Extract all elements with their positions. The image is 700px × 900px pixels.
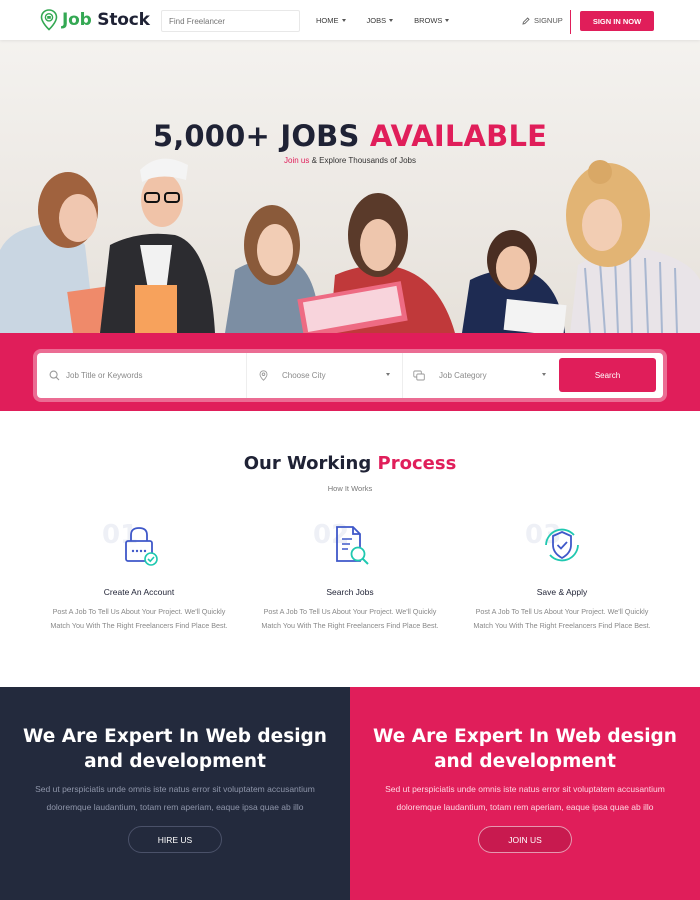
students-reading-photo bbox=[0, 158, 700, 333]
hero-title: 5,000+ JOBS AVAILABLE bbox=[0, 119, 700, 153]
cta-description: Sed ut perspiciatis unde omnis iste natu… bbox=[35, 784, 315, 812]
search-icon bbox=[49, 370, 60, 381]
hero-subtitle-accent: Join us bbox=[284, 156, 310, 165]
keyword-placeholder: Job Title or Keywords bbox=[66, 371, 143, 380]
signup-label: SIGNUP bbox=[534, 16, 563, 25]
hero-subtitle-rest: & Explore Thousands of Jobs bbox=[311, 156, 416, 165]
process-title-part1: Our Working bbox=[243, 453, 372, 474]
nav-home-label: HOME bbox=[316, 16, 339, 25]
step-save-apply: 03 Save & Apply Post A Job To Tell Us Ab… bbox=[467, 520, 657, 633]
nav-jobs-label: JOBS bbox=[366, 16, 387, 25]
chevron-down-icon bbox=[542, 373, 546, 376]
map-pin-icon bbox=[259, 370, 268, 381]
chevron-down-icon bbox=[386, 373, 390, 376]
chevron-down-icon bbox=[389, 19, 394, 22]
category-select-label: Job Category bbox=[439, 371, 487, 380]
cta-hire-panel: We Are Expert In Web design and developm… bbox=[0, 687, 350, 900]
shield-check-icon bbox=[545, 528, 579, 562]
document-search-icon bbox=[336, 526, 369, 565]
step-create-account: 01 Create An Account Post A Job To Tell … bbox=[44, 520, 234, 633]
pencil-icon bbox=[522, 16, 530, 25]
cta-description: Sed ut perspiciatis unde omnis iste natu… bbox=[385, 784, 665, 812]
keyword-field[interactable]: Job Title or Keywords bbox=[37, 353, 246, 398]
chevron-down-icon bbox=[445, 19, 450, 22]
step-search-jobs: 02 Search Jobs Post A Job To Tell Us Abo… bbox=[255, 520, 445, 633]
step-description: Post A Job To Tell Us About Your Project… bbox=[50, 607, 228, 630]
top-navbar: Job Stock HOME JOBS BROWS SIGNUP SIGN IN… bbox=[0, 0, 700, 40]
find-freelancer-input[interactable] bbox=[161, 10, 300, 32]
hire-us-button[interactable]: HIRE US bbox=[128, 826, 222, 853]
nav-home[interactable]: HOME bbox=[316, 16, 346, 25]
category-icon bbox=[413, 370, 425, 381]
map-pin-logo-icon bbox=[40, 9, 58, 31]
sign-in-button[interactable]: SIGN IN NOW bbox=[580, 11, 654, 31]
lock-icon bbox=[125, 527, 158, 566]
process-title-accent: Process bbox=[377, 453, 457, 474]
step-description: Post A Job To Tell Us About Your Project… bbox=[473, 607, 651, 630]
nav-jobs[interactable]: JOBS bbox=[367, 16, 394, 25]
hero-banner: 5,000+ JOBS AVAILABLE Join us & Explore … bbox=[0, 40, 700, 333]
hero-title-accent: AVAILABLE bbox=[369, 119, 548, 153]
step-title: Create An Account bbox=[103, 587, 175, 597]
cta-join-panel: We Are Expert In Web design and developm… bbox=[350, 687, 700, 900]
chevron-down-icon bbox=[341, 19, 346, 22]
cta-title: We Are Expert In Web design and developm… bbox=[23, 726, 327, 772]
nav-divider bbox=[570, 10, 571, 34]
nav-brows[interactable]: BROWS bbox=[414, 16, 450, 25]
hero-title-part1: 5,000+ JOBS bbox=[152, 119, 360, 153]
job-search-form: Job Title or Keywords Choose City Job Ca… bbox=[37, 353, 663, 398]
process-title: Our Working Process bbox=[0, 453, 700, 474]
process-subtitle: How It Works bbox=[327, 484, 373, 493]
signup-link[interactable]: SIGNUP bbox=[522, 16, 563, 25]
search-band: Job Title or Keywords Choose City Job Ca… bbox=[0, 333, 700, 411]
brand-name-part2: Stock bbox=[97, 10, 150, 30]
brand-name: Job Stock bbox=[62, 10, 150, 30]
nav-brows-label: BROWS bbox=[414, 16, 443, 25]
city-select[interactable]: Choose City bbox=[246, 353, 402, 398]
join-us-button[interactable]: JOIN US bbox=[478, 826, 572, 853]
step-title: Search Jobs bbox=[326, 587, 374, 597]
cta-title: We Are Expert In Web design and developm… bbox=[373, 726, 677, 772]
step-description: Post A Job To Tell Us About Your Project… bbox=[261, 607, 439, 630]
search-button[interactable]: Search bbox=[559, 358, 656, 392]
main-menu: HOME JOBS BROWS bbox=[316, 16, 470, 25]
logo[interactable]: Job Stock bbox=[40, 9, 150, 31]
step-title: Save & Apply bbox=[536, 587, 588, 597]
category-select[interactable]: Job Category bbox=[402, 353, 558, 398]
brand-name-part1: Job bbox=[62, 10, 92, 30]
hero-subtitle: Join us & Explore Thousands of Jobs bbox=[0, 156, 700, 165]
city-select-label: Choose City bbox=[282, 371, 326, 380]
